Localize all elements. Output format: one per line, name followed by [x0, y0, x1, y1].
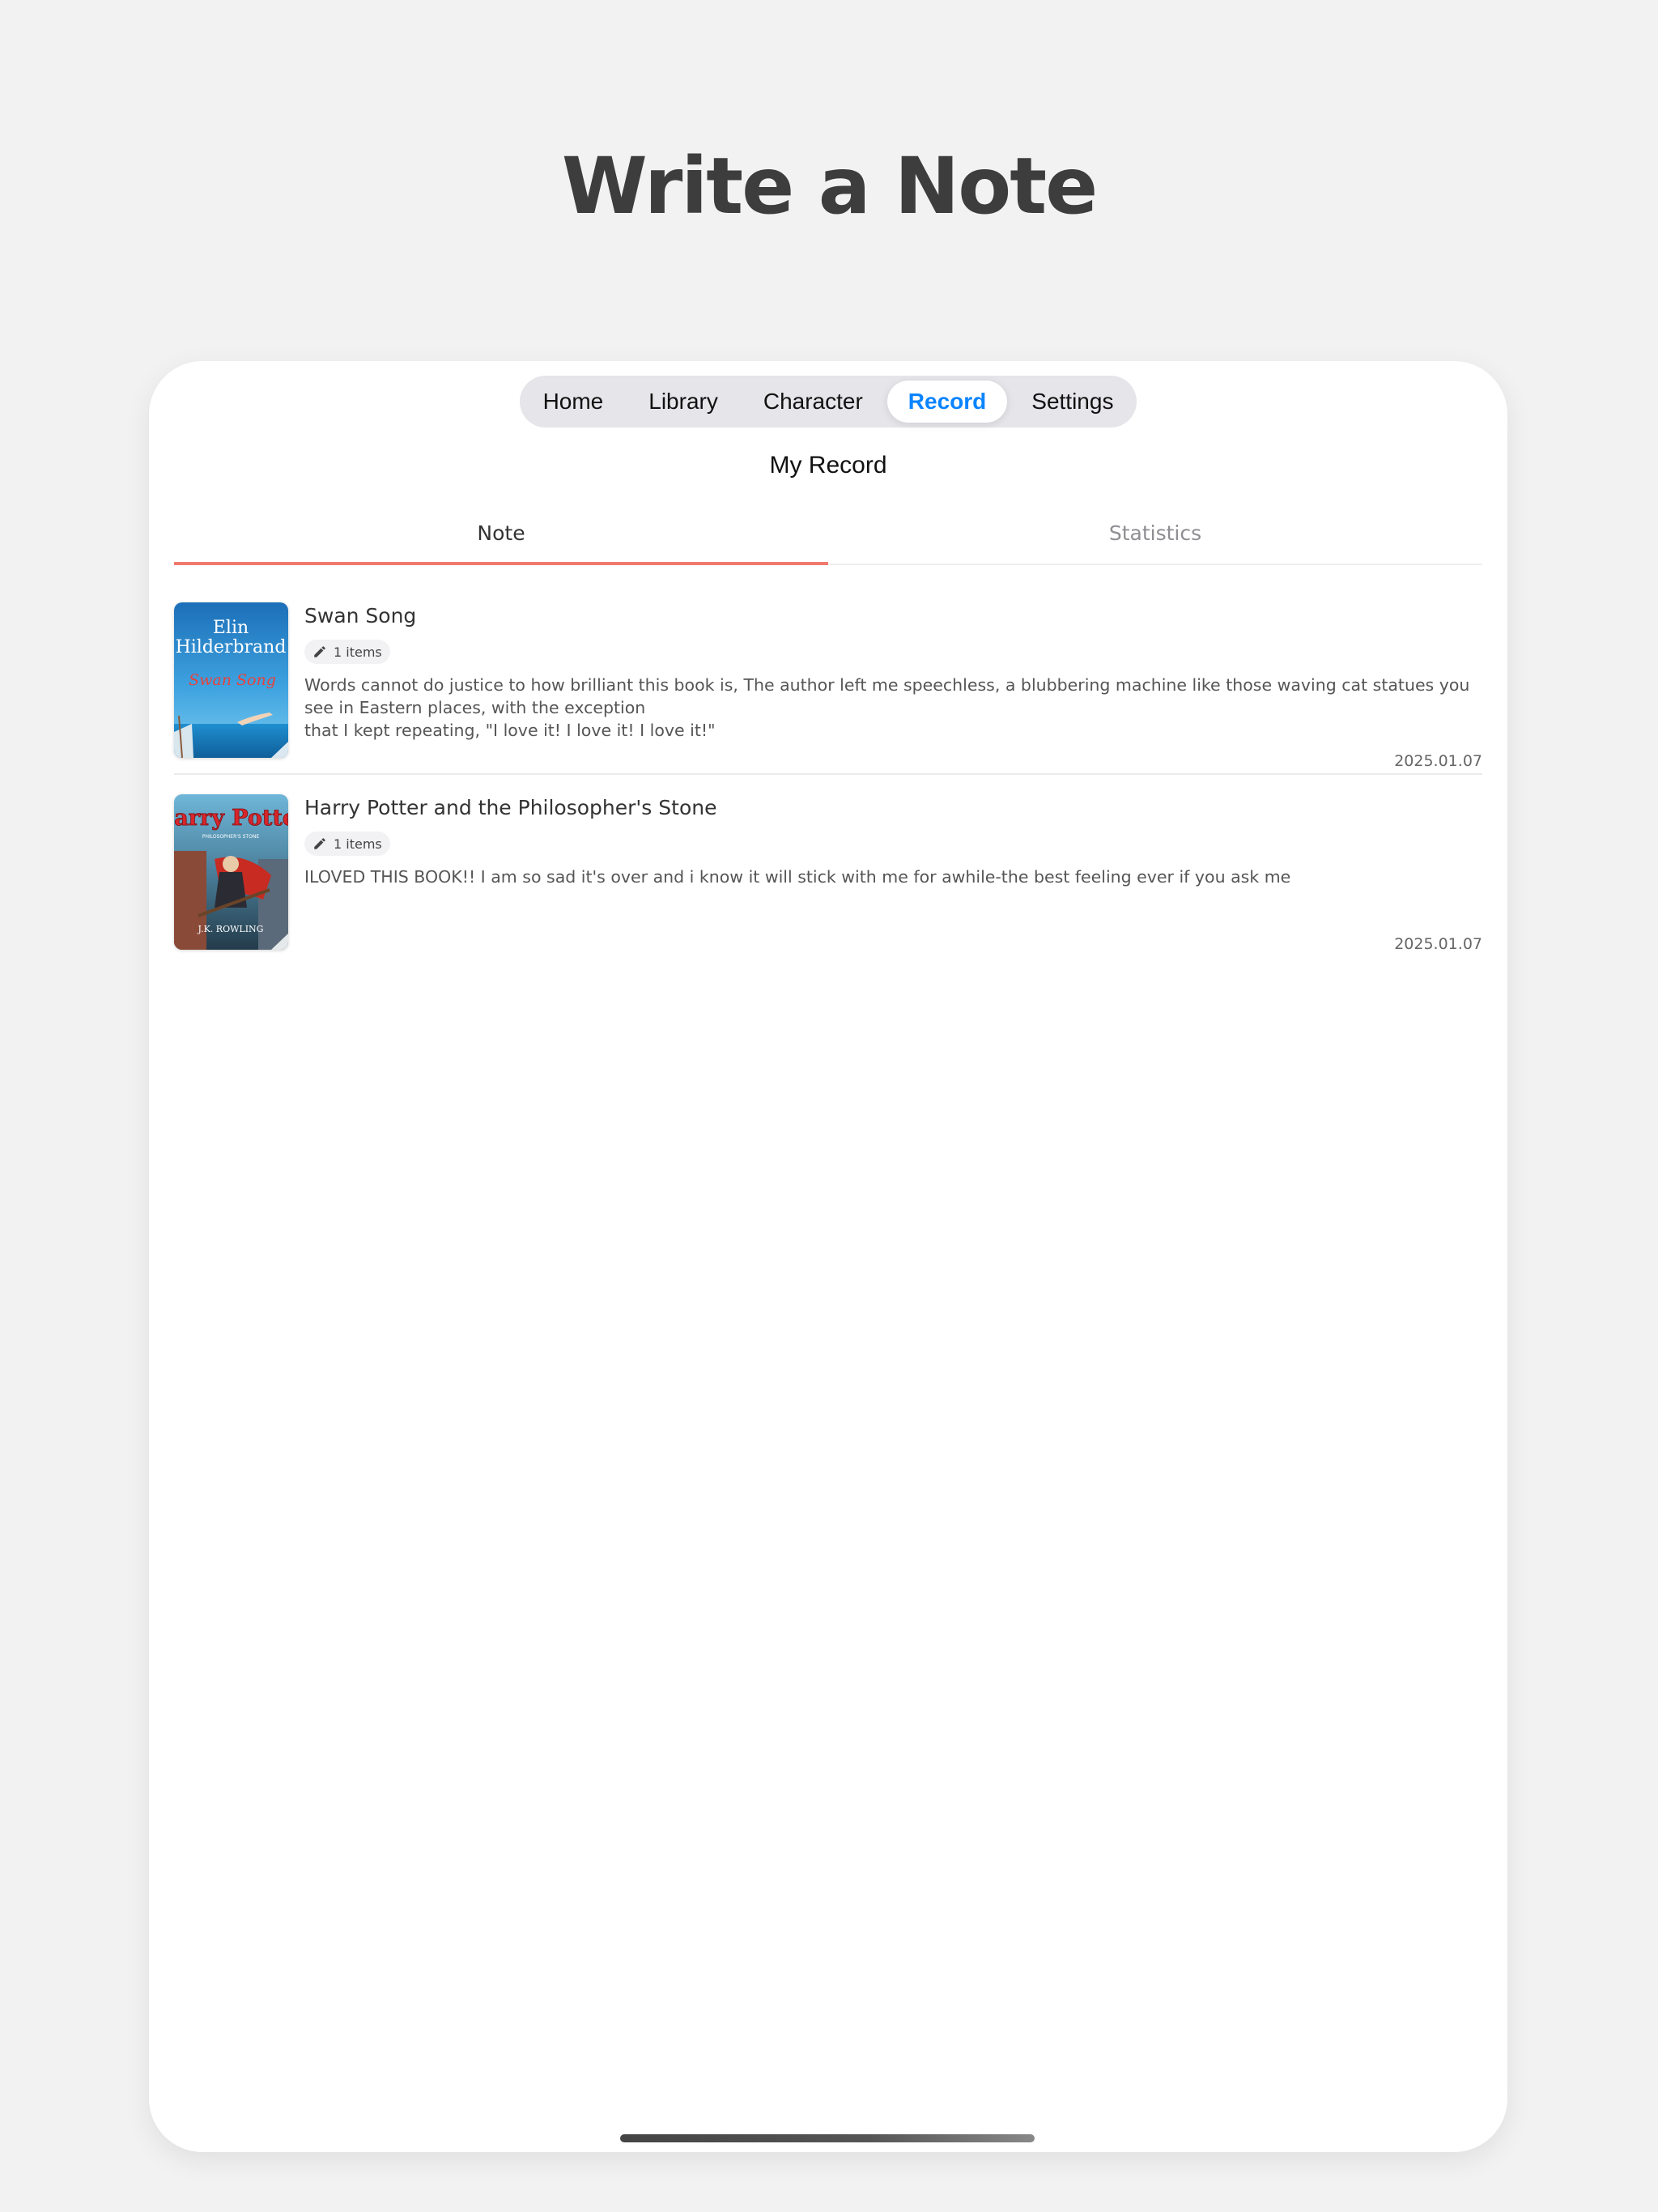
note-body: Swan Song 1 items Words cannot do justic… [304, 602, 1482, 773]
home-indicator[interactable] [620, 2134, 1035, 2142]
segment-tabs: Note Statistics [174, 502, 1482, 565]
screen-title: My Record [769, 452, 887, 479]
nav-item-record[interactable]: Record [886, 381, 1008, 423]
note-body: Harry Potter and the Philosopher's Stone… [304, 794, 1482, 956]
note-text-line: that I kept repeating, "I love it! I lov… [304, 721, 716, 740]
nav-item-settings[interactable]: Settings [1010, 381, 1134, 423]
note-count-badge: 1 items [304, 640, 390, 664]
note-item-swan-song[interactable]: Elin Hilderbrand Swan Song Swan Song 1 i… [174, 602, 1482, 775]
cover-title: Harry Potter [174, 806, 288, 831]
badge-label: 1 items [334, 644, 382, 660]
note-text-line: Words cannot do justice to how brilliant… [304, 675, 1470, 717]
tab-statistics[interactable]: Statistics [828, 502, 1482, 564]
book-cover-harry-potter: Harry Potter PHILOSOPHER'S STONE J.K. RO… [174, 794, 288, 950]
nav-item-library[interactable]: Library [627, 381, 739, 423]
note-text: ILOVED THIS BOOK!! I am so sad it's over… [304, 866, 1482, 888]
top-nav: Home Library Character Record Settings [520, 376, 1137, 428]
cover-author-line1: Elin [213, 618, 249, 638]
note-text: Words cannot do justice to how brilliant… [304, 674, 1482, 742]
book-cover-swan-song: Elin Hilderbrand Swan Song [174, 602, 288, 758]
nav-item-character[interactable]: Character [742, 381, 884, 423]
harry-potter-cover-art: Harry Potter PHILOSOPHER'S STONE J.K. RO… [174, 794, 288, 950]
note-item-harry-potter[interactable]: Harry Potter PHILOSOPHER'S STONE J.K. RO… [174, 794, 1482, 956]
pencil-icon [314, 838, 325, 849]
note-date: 2025.01.07 [1394, 752, 1482, 770]
book-title: Swan Song [304, 604, 417, 627]
cover-subtitle: PHILOSOPHER'S STONE [202, 834, 259, 840]
note-count-badge: 1 items [304, 832, 390, 856]
cover-author-line2: Hilderbrand [176, 637, 287, 657]
note-list: Elin Hilderbrand Swan Song Swan Song 1 i… [174, 602, 1482, 956]
cover-title: Swan Song [189, 671, 276, 689]
nav-item-home[interactable]: Home [522, 381, 625, 423]
book-title: Harry Potter and the Philosopher's Stone [304, 796, 717, 819]
page-heading: Write a Note [561, 141, 1098, 232]
tab-note[interactable]: Note [174, 502, 828, 565]
note-text-line: ILOVED THIS BOOK!! I am so sad it's over… [304, 867, 1291, 887]
swan-song-cover-art: Elin Hilderbrand Swan Song [174, 602, 288, 758]
pencil-icon [314, 646, 325, 657]
note-date: 2025.01.07 [1394, 935, 1482, 953]
device-frame: Home Library Character Record Settings M… [149, 361, 1507, 2152]
cover-author: J.K. ROWLING [198, 924, 264, 934]
badge-label: 1 items [334, 836, 382, 852]
